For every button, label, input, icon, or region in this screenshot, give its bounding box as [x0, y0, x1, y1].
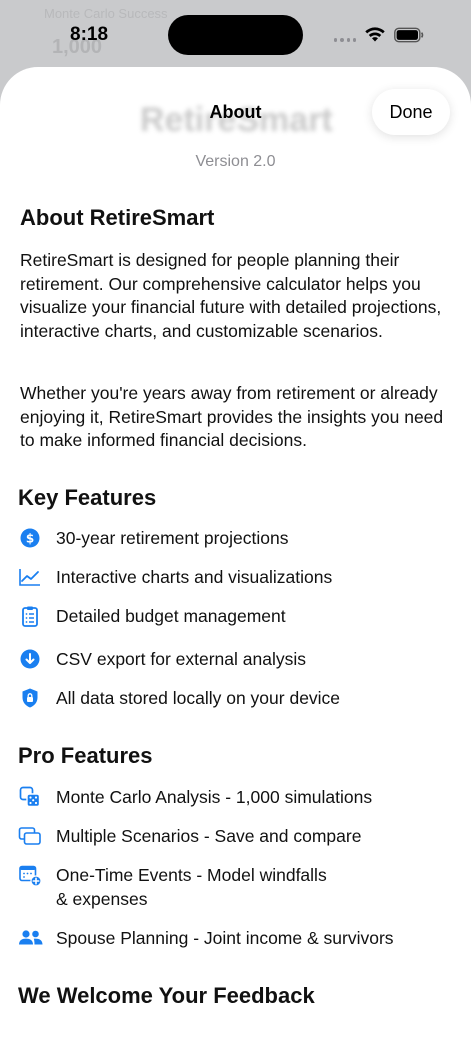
feature-item-charts: Interactive charts and visualizations — [18, 566, 458, 590]
wifi-icon — [364, 25, 386, 43]
pro-features-heading: Pro Features — [18, 743, 153, 768]
lock-shield-icon — [18, 686, 42, 710]
feature-label: One-Time Events - Model windfalls — [56, 865, 327, 885]
feature-label: CSV export for external analysis — [56, 649, 306, 669]
about-heading: About RetireSmart — [20, 205, 215, 230]
pro-feature-one-time-events: One-Time Events - Model windfalls & expe… — [18, 864, 458, 911]
dollar-circle-icon: $ — [18, 526, 42, 550]
feature-label-continued: & expenses — [56, 888, 148, 909]
feature-label: Interactive charts and visualizations — [56, 567, 333, 587]
feature-item-csv-export: CSV export for external analysis — [18, 648, 458, 672]
about-paragraph-2: Whether you're years away from retiremen… — [20, 383, 444, 450]
feature-label: 30-year retirement projections — [56, 528, 289, 548]
svg-text:$: $ — [26, 531, 34, 545]
download-circle-icon — [18, 647, 42, 671]
feedback-heading: We Welcome Your Feedback — [18, 983, 315, 1008]
feature-label: Monte Carlo Analysis - 1,000 simulations — [56, 787, 373, 807]
feature-item-budget: Detailed budget management — [18, 605, 458, 629]
pro-feature-spouse-planning: Spouse Planning - Joint income & survivo… — [18, 927, 458, 951]
key-features-heading: Key Features — [18, 485, 157, 510]
feature-label: Multiple Scenarios - Save and compare — [56, 826, 362, 846]
done-button[interactable]: Done — [372, 89, 450, 135]
feature-label: Detailed budget management — [56, 606, 286, 626]
about-paragraph-1: RetireSmart is designed for people plann… — [20, 250, 442, 341]
feature-item-projections: $ 30-year retirement projections — [18, 527, 458, 551]
dice-icon — [18, 785, 42, 809]
clipboard-icon — [18, 604, 42, 628]
calendar-plus-icon — [18, 863, 42, 887]
status-bar: 8:18 — [0, 0, 471, 70]
people-icon — [18, 926, 43, 950]
pro-feature-monte-carlo: Monte Carlo Analysis - 1,000 simulations — [18, 786, 458, 810]
about-sheet: RetireSmart About Done Version 2.0 About… — [0, 67, 471, 1047]
stacked-windows-icon — [18, 824, 42, 848]
battery-icon — [394, 27, 424, 43]
pro-feature-scenarios: Multiple Scenarios - Save and compare — [18, 825, 458, 849]
feature-label: All data stored locally on your device — [56, 688, 341, 708]
version-label: Version 2.0 — [195, 153, 276, 170]
feature-label: Spouse Planning - Joint income & survivo… — [56, 928, 394, 948]
feature-label-block: One-Time Events - Model windfalls & expe… — [56, 864, 327, 911]
cellular-signal-icon — [334, 38, 356, 42]
feature-item-local-storage: All data stored locally on your device — [18, 687, 458, 711]
status-time: 8:18 — [70, 24, 109, 45]
dynamic-island — [168, 15, 303, 55]
line-chart-icon — [18, 565, 42, 589]
